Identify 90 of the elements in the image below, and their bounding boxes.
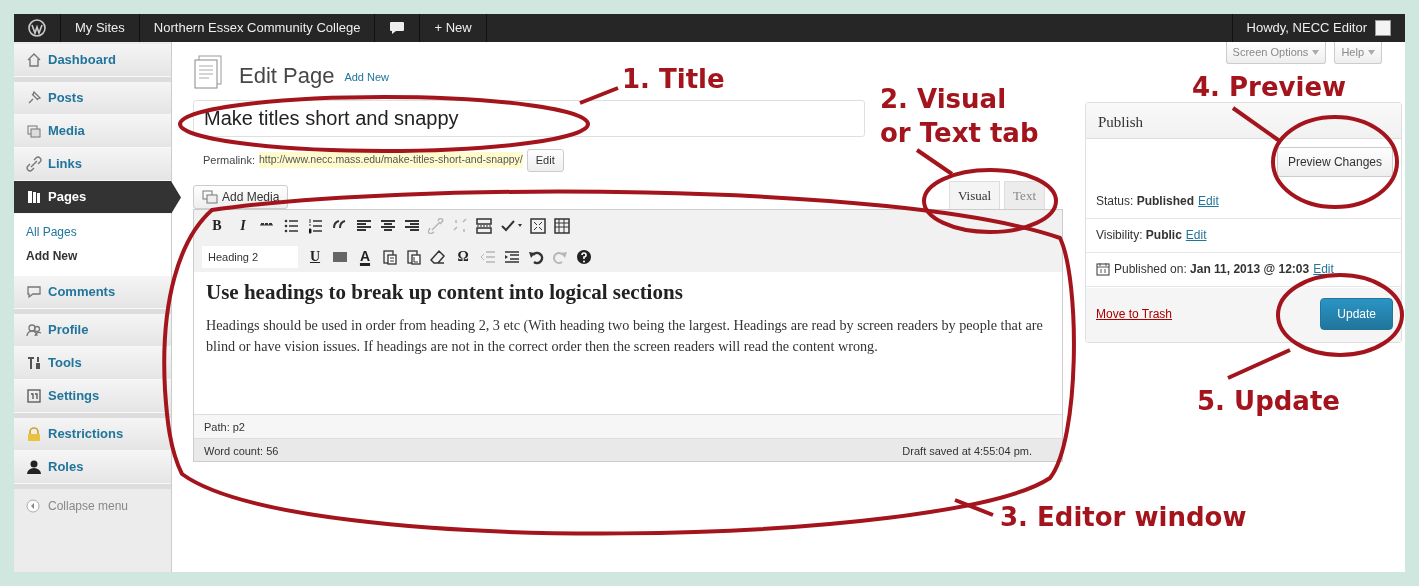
admin-bar-link[interactable]: My Sites	[75, 18, 125, 38]
edit-permalink-button[interactable]: Edit	[526, 149, 564, 172]
toolbar-button[interactable]: U	[306, 246, 324, 267]
collapse-icon[interactable]	[26, 499, 40, 513]
comment-icon[interactable]	[389, 21, 406, 35]
callout-label: 3. Editor window	[1000, 501, 1247, 534]
move-to-trash-link[interactable]: Move to Trash	[1096, 304, 1173, 323]
eraser-icon[interactable]	[430, 248, 446, 265]
add-new-link[interactable]: Add New	[344, 68, 390, 85]
caret-icon	[1312, 49, 1320, 55]
collapse-menu-link[interactable]: Collapse menu	[48, 497, 129, 515]
align-right-icon[interactable]	[404, 217, 420, 234]
avatar-icon	[1375, 20, 1391, 36]
media-icon	[202, 190, 218, 204]
content-paragraph: Headings should be used in order from heading 2, 3 etc (With heading two being the largest. Headings are read by screen readers by people that are blind or have vision issues. If headings are not in the correct order then the screen readers will read the content wrong.	[206, 316, 1044, 357]
fullscreen-icon[interactable]	[530, 217, 546, 234]
house-icon	[26, 52, 42, 68]
path-label: Path: p2	[204, 421, 245, 433]
sidebar-item[interactable]: Pages	[14, 181, 181, 214]
panel-title: Publish	[1098, 113, 1143, 130]
more-tag-icon[interactable]	[476, 217, 492, 234]
publish-setting: Visibility: Public	[1096, 227, 1182, 244]
paste-text-icon[interactable]	[382, 248, 398, 265]
pages-icon	[26, 189, 42, 205]
leader-line	[1231, 106, 1283, 144]
leader-line	[954, 498, 994, 517]
title-field[interactable]: Make titles short and snappy	[193, 100, 865, 137]
update-button[interactable]: Update	[1320, 297, 1393, 330]
toolbar-button[interactable]: Ω	[454, 246, 472, 267]
people-icon	[26, 322, 42, 338]
speech-bubble-icon	[26, 284, 42, 300]
page-title: Edit Page	[239, 62, 335, 89]
toolbar-button[interactable]: B	[208, 215, 226, 236]
editor-tab[interactable]: Visual	[948, 180, 1001, 209]
paste-word-icon[interactable]	[406, 248, 422, 265]
screen-meta-tab[interactable]: Screen Options	[1225, 42, 1327, 64]
edit-link[interactable]: Edit	[1185, 226, 1207, 244]
bullet-list-icon[interactable]	[284, 217, 300, 234]
toolbar-toggle-icon[interactable]	[554, 217, 570, 234]
pin-icon	[26, 90, 42, 106]
content-heading: Use headings to break up content into logical sections	[206, 280, 684, 306]
edit-link[interactable]: Edit	[1198, 192, 1219, 210]
account-link[interactable]: Howdy, NECC Editor	[1246, 18, 1367, 38]
toolbar-button[interactable]: I	[234, 215, 252, 236]
publish-setting: Status: Published	[1096, 193, 1195, 210]
sidebar-item[interactable]: Tools	[14, 347, 171, 380]
admin-bar-link[interactable]: Northern Essex Community College	[153, 18, 361, 38]
logo-icon[interactable]	[28, 19, 46, 37]
callout-label: 2. Visual or Text tab	[880, 83, 1039, 150]
leader-line	[915, 148, 954, 176]
sidebar-item[interactable]: Comments	[14, 276, 171, 309]
sidebar-item[interactable]: Links	[14, 148, 171, 181]
callout-label: 1. Title	[622, 63, 725, 96]
tools-icon	[26, 355, 42, 371]
sidebar-item[interactable]: Profile	[14, 314, 171, 347]
callout-label: 4. Preview	[1192, 71, 1347, 104]
numbered-list-icon[interactable]	[308, 217, 324, 234]
sidebar-item[interactable]: Posts	[14, 82, 171, 115]
align-center-icon[interactable]	[380, 217, 396, 234]
indent-icon[interactable]	[504, 248, 520, 265]
editor-tab[interactable]: Text	[1004, 180, 1045, 209]
permalink-url[interactable]: http://www.necc.mass.edu/make-titles-short-and-snappy/	[258, 152, 523, 169]
publish-setting: Published on: Jan 11, 2013 @ 12:03	[1114, 261, 1310, 278]
draft-saved-status: Draft saved at 4:55:04 pm.	[902, 444, 1032, 457]
sidebar-item[interactable]: Roles	[14, 451, 171, 484]
lock-icon	[26, 426, 42, 442]
sidebar-item[interactable]: Settings	[14, 380, 171, 413]
page-icon	[193, 55, 223, 89]
sidebar-item[interactable]: Media	[14, 115, 171, 148]
format-select[interactable]: Heading 2	[202, 245, 298, 268]
calendar-icon	[1096, 262, 1110, 276]
word-count: Word count: 56	[204, 444, 279, 457]
permalink-label: Permalink:	[203, 153, 255, 168]
leader-line	[1227, 348, 1291, 380]
help-icon[interactable]	[576, 248, 592, 265]
toolbar-button[interactable]: A	[356, 246, 374, 267]
new-menu[interactable]: + New	[434, 18, 472, 38]
settings-icon	[26, 388, 42, 404]
media-icon	[26, 123, 42, 139]
preview-changes-button[interactable]: Preview Changes	[1276, 146, 1393, 177]
sidebar-item[interactable]: Dashboard	[14, 44, 171, 77]
screen-meta-tab[interactable]: Help	[1334, 42, 1382, 64]
leader-line	[579, 86, 619, 105]
person-icon	[26, 459, 42, 475]
caret-icon	[1368, 49, 1375, 55]
edit-link[interactable]: Edit	[1313, 260, 1334, 278]
callout-label: 5. Update	[1197, 385, 1340, 418]
link-icon	[26, 156, 42, 172]
align-left-icon[interactable]	[356, 217, 372, 234]
sidebar-item[interactable]: Restrictions	[14, 418, 171, 451]
